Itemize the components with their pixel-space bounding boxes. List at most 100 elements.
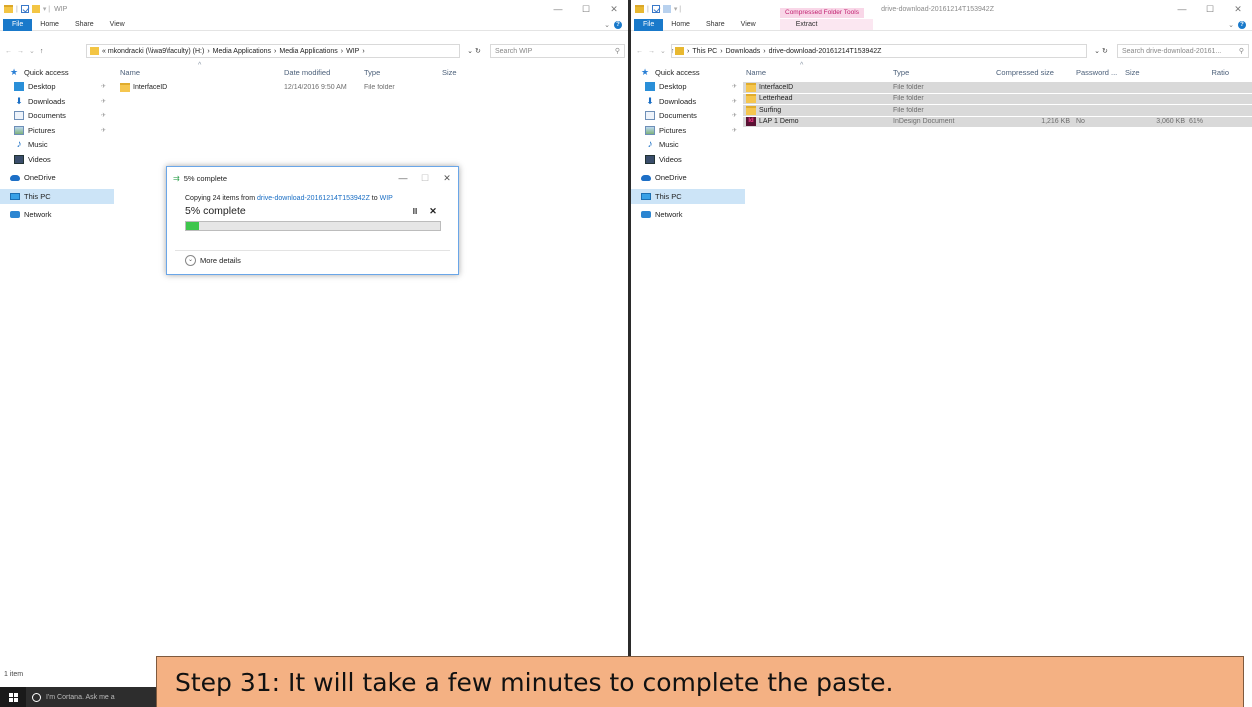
maximize-button[interactable]: ☐ bbox=[572, 0, 600, 18]
nav-quick-access[interactable]: ★ Quick access bbox=[631, 65, 745, 80]
tab-file[interactable]: File bbox=[634, 18, 664, 31]
nav-pictures[interactable]: Pictures ✈ bbox=[0, 123, 114, 138]
nav-network[interactable]: Network bbox=[631, 208, 745, 223]
properties-icon[interactable] bbox=[651, 5, 660, 13]
nav-documents[interactable]: Documents ✈ bbox=[0, 109, 114, 124]
close-button[interactable]: ✕ bbox=[600, 0, 628, 18]
tab-extract[interactable]: Extract bbox=[788, 19, 826, 31]
file-row[interactable]: InterfaceID 12/14/2016 9:50 AM File fold… bbox=[114, 82, 628, 93]
more-details-button[interactable]: ⌄ More details bbox=[185, 255, 241, 266]
nav-music[interactable]: ♪ Music bbox=[631, 138, 745, 153]
forward-arrow-icon[interactable]: → bbox=[17, 48, 24, 55]
nav-downloads[interactable]: ⬇ Downloads ✈ bbox=[0, 94, 114, 109]
tab-share[interactable]: Share bbox=[67, 19, 102, 31]
column-date-modified[interactable]: Date modified bbox=[284, 68, 364, 77]
tab-home[interactable]: Home bbox=[32, 19, 67, 31]
column-type[interactable]: Type bbox=[364, 68, 442, 77]
pause-icon[interactable]: ll bbox=[404, 207, 426, 216]
file-row[interactable]: Letterhead File folder bbox=[743, 93, 1252, 104]
pin-icon: ✈ bbox=[731, 127, 737, 134]
breadcrumb-item[interactable]: This PC bbox=[692, 48, 717, 55]
new-folder-icon[interactable] bbox=[662, 5, 671, 13]
minimize-button[interactable]: — bbox=[1168, 0, 1196, 18]
tab-file[interactable]: File bbox=[3, 18, 33, 31]
column-compressed-size[interactable]: Compressed size bbox=[996, 68, 1076, 77]
nav-onedrive[interactable]: OneDrive bbox=[631, 171, 745, 186]
column-size[interactable]: Size bbox=[442, 68, 482, 77]
back-arrow-icon[interactable]: ← bbox=[5, 48, 12, 55]
destination-link[interactable]: WIP bbox=[380, 195, 393, 202]
chevron-down-icon: ⌄ bbox=[185, 255, 196, 266]
tab-view[interactable]: View bbox=[733, 19, 764, 31]
nav-onedrive[interactable]: OneDrive bbox=[0, 171, 114, 186]
windows-logo-icon[interactable] bbox=[0, 687, 26, 707]
breadcrumb-item[interactable]: drive-download-20161214T153942Z bbox=[769, 48, 882, 55]
close-button[interactable]: ✕ bbox=[1224, 0, 1252, 18]
source-link[interactable]: drive-download-20161214T153942Z bbox=[257, 195, 370, 202]
help-icon[interactable]: ? bbox=[614, 21, 622, 29]
up-arrow-icon[interactable]: ↑ bbox=[40, 48, 44, 55]
nav-desktop[interactable]: Desktop ✈ bbox=[631, 80, 745, 95]
new-folder-icon[interactable] bbox=[31, 5, 40, 13]
minimize-button[interactable]: — bbox=[544, 0, 572, 18]
nav-music[interactable]: ♪ Music bbox=[0, 138, 114, 153]
nav-network[interactable]: Network bbox=[0, 208, 114, 223]
nav-quick-access[interactable]: ★ Quick access bbox=[0, 65, 114, 80]
properties-icon[interactable] bbox=[20, 5, 29, 13]
column-name[interactable]: Name bbox=[114, 68, 284, 77]
percent-complete-text: 5% complete bbox=[185, 205, 246, 217]
column-size[interactable]: Size bbox=[1121, 68, 1189, 77]
nav-documents[interactable]: Documents ✈ bbox=[631, 109, 745, 124]
folder-icon bbox=[746, 82, 756, 92]
zip-folder-icon bbox=[675, 47, 684, 55]
column-name[interactable]: Name bbox=[743, 68, 893, 77]
file-row[interactable]: Surfing File folder bbox=[743, 105, 1252, 116]
help-icon[interactable]: ? bbox=[1238, 21, 1246, 29]
nav-downloads[interactable]: ⬇ Downloads ✈ bbox=[631, 94, 745, 109]
customize-qat-icon[interactable]: ▾ | bbox=[43, 5, 50, 13]
expand-ribbon-icon[interactable]: ⌄ bbox=[1228, 21, 1234, 29]
dialog-minimize-button[interactable]: — bbox=[392, 167, 414, 189]
file-row[interactable]: Id LAP 1 Demo InDesign Document 1,216 KB … bbox=[743, 116, 1252, 127]
tab-home[interactable]: Home bbox=[663, 19, 698, 31]
cortana-search-box[interactable]: I'm Cortana. Ask me a bbox=[26, 687, 160, 707]
recent-dropdown-icon[interactable]: ⌄ bbox=[29, 47, 35, 55]
breadcrumb-item[interactable]: Media Applications bbox=[213, 48, 271, 55]
forward-arrow-icon[interactable]: → bbox=[648, 48, 655, 55]
breadcrumb-item[interactable]: Downloads bbox=[726, 48, 761, 55]
tab-view[interactable]: View bbox=[102, 19, 133, 31]
nav-this-pc[interactable]: This PC bbox=[0, 189, 114, 204]
music-icon: ♪ bbox=[647, 139, 653, 151]
address-bar[interactable]: › This PC › Downloads › drive-download-2… bbox=[671, 44, 1087, 58]
copy-icon: ⇉ bbox=[173, 173, 180, 183]
file-row[interactable]: InterfaceID File folder bbox=[743, 82, 1252, 93]
nav-videos[interactable]: Videos bbox=[631, 152, 745, 167]
column-headers: ^ Name Type Compressed size Password ...… bbox=[743, 62, 1252, 82]
refresh-icon[interactable]: ⌄ ↻ bbox=[1087, 47, 1115, 55]
computer-icon bbox=[10, 192, 20, 200]
column-password[interactable]: Password ... bbox=[1076, 68, 1121, 77]
search-input[interactable]: Search drive-download-20161... ⚲ bbox=[1117, 44, 1249, 58]
breadcrumb-item[interactable]: WIP bbox=[346, 48, 359, 55]
nav-pictures[interactable]: Pictures ✈ bbox=[631, 123, 745, 138]
dialog-close-button[interactable]: ✕ bbox=[436, 167, 458, 189]
breadcrumb-item[interactable]: « mkondracki (\\iwa9\faculty) (H:) bbox=[102, 48, 204, 55]
cancel-icon[interactable]: ✕ bbox=[426, 206, 440, 217]
sort-caret-icon: ^ bbox=[800, 62, 804, 69]
column-type[interactable]: Type bbox=[893, 68, 996, 77]
maximize-button[interactable]: ☐ bbox=[1196, 0, 1224, 18]
network-icon bbox=[641, 211, 651, 219]
nav-desktop[interactable]: Desktop ✈ bbox=[0, 80, 114, 95]
expand-ribbon-icon[interactable]: ⌄ bbox=[604, 21, 610, 29]
search-input[interactable]: Search WIP ⚲ bbox=[490, 44, 625, 58]
recent-dropdown-icon[interactable]: ⌄ bbox=[660, 47, 666, 55]
refresh-icon[interactable]: ⌄ ↻ bbox=[460, 47, 488, 55]
address-bar[interactable]: « mkondracki (\\iwa9\faculty) (H:) › Med… bbox=[86, 44, 460, 58]
tab-share[interactable]: Share bbox=[698, 19, 733, 31]
back-arrow-icon[interactable]: ← bbox=[636, 48, 643, 55]
customize-qat-icon[interactable]: ▾ | bbox=[674, 5, 681, 13]
column-ratio[interactable]: Ratio bbox=[1189, 68, 1229, 77]
nav-videos[interactable]: Videos bbox=[0, 152, 114, 167]
nav-this-pc[interactable]: This PC bbox=[631, 189, 745, 204]
breadcrumb-item[interactable]: Media Applications bbox=[279, 48, 337, 55]
